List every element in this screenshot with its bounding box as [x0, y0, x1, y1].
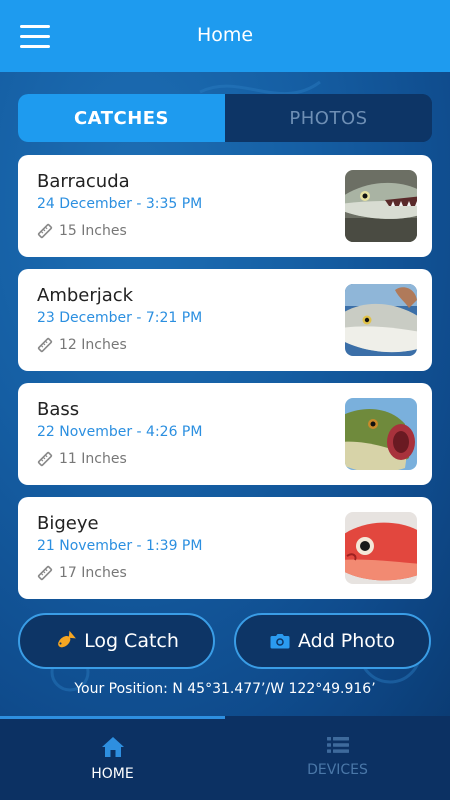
nav-devices-label: DEVICES	[307, 762, 368, 778]
catch-card-bass[interactable]: Bass 22 November - 4:26 PM 11 Inches	[18, 383, 432, 485]
ruler-icon	[37, 337, 53, 353]
tab-photos[interactable]: PHOTOS	[225, 94, 432, 142]
nav-home-label: HOME	[91, 766, 134, 782]
catch-size: 11 Inches	[37, 451, 127, 467]
catch-date: 24 December - 3:35 PM	[37, 196, 203, 212]
catch-card-barracuda[interactable]: Barracuda 24 December - 3:35 PM 15 Inche…	[18, 155, 432, 257]
log-catch-button[interactable]: Log Catch	[18, 613, 215, 669]
list-icon	[326, 737, 349, 753]
tab-bar: CATCHES PHOTOS	[18, 94, 432, 142]
catch-size-value: 11 Inches	[59, 451, 127, 467]
add-photo-button[interactable]: Add Photo	[234, 613, 431, 669]
ruler-icon	[37, 223, 53, 239]
nav-devices[interactable]: DEVICES	[225, 716, 450, 800]
catch-size-value: 17 Inches	[59, 565, 127, 581]
camera-icon	[270, 634, 290, 649]
barracuda-photo	[345, 170, 417, 242]
ruler-icon	[37, 565, 53, 581]
catch-size: 12 Inches	[37, 337, 127, 353]
catch-name: Bass	[37, 399, 80, 420]
bigeye-photo	[345, 512, 417, 584]
active-tab-indicator	[0, 716, 225, 719]
app-bar: Home	[0, 0, 450, 72]
nav-home[interactable]: HOME	[0, 716, 225, 800]
bass-photo	[345, 398, 417, 470]
catch-date: 21 November - 1:39 PM	[37, 538, 203, 554]
tab-catches[interactable]: CATCHES	[18, 94, 225, 142]
bottom-nav: HOME DEVICES	[0, 716, 450, 800]
catch-name: Barracuda	[37, 171, 130, 192]
fish-icon	[58, 630, 76, 648]
add-photo-label: Add Photo	[297, 630, 396, 652]
catch-name: Amberjack	[37, 285, 134, 306]
catch-card-bigeye[interactable]: Bigeye 21 November - 1:39 PM 17 Inches	[18, 497, 432, 599]
catch-size: 15 Inches	[37, 223, 127, 239]
catch-size-value: 15 Inches	[59, 223, 127, 239]
amberjack-photo	[345, 284, 417, 356]
catch-size: 17 Inches	[37, 565, 127, 581]
catch-name: Bigeye	[37, 513, 99, 534]
home-icon	[101, 737, 124, 757]
ruler-icon	[37, 451, 53, 467]
catch-card-amberjack[interactable]: Amberjack 23 December - 7:21 PM 12 Inche…	[18, 269, 432, 371]
gps-position-text: Your Position: N 45°31.477’/W 122°49.916…	[74, 681, 376, 697]
catch-date: 23 December - 7:21 PM	[37, 310, 203, 326]
log-catch-label: Log Catch	[84, 630, 179, 652]
page-title: Home	[196, 24, 254, 46]
catch-date: 22 November - 4:26 PM	[37, 424, 203, 440]
catch-size-value: 12 Inches	[59, 337, 127, 353]
